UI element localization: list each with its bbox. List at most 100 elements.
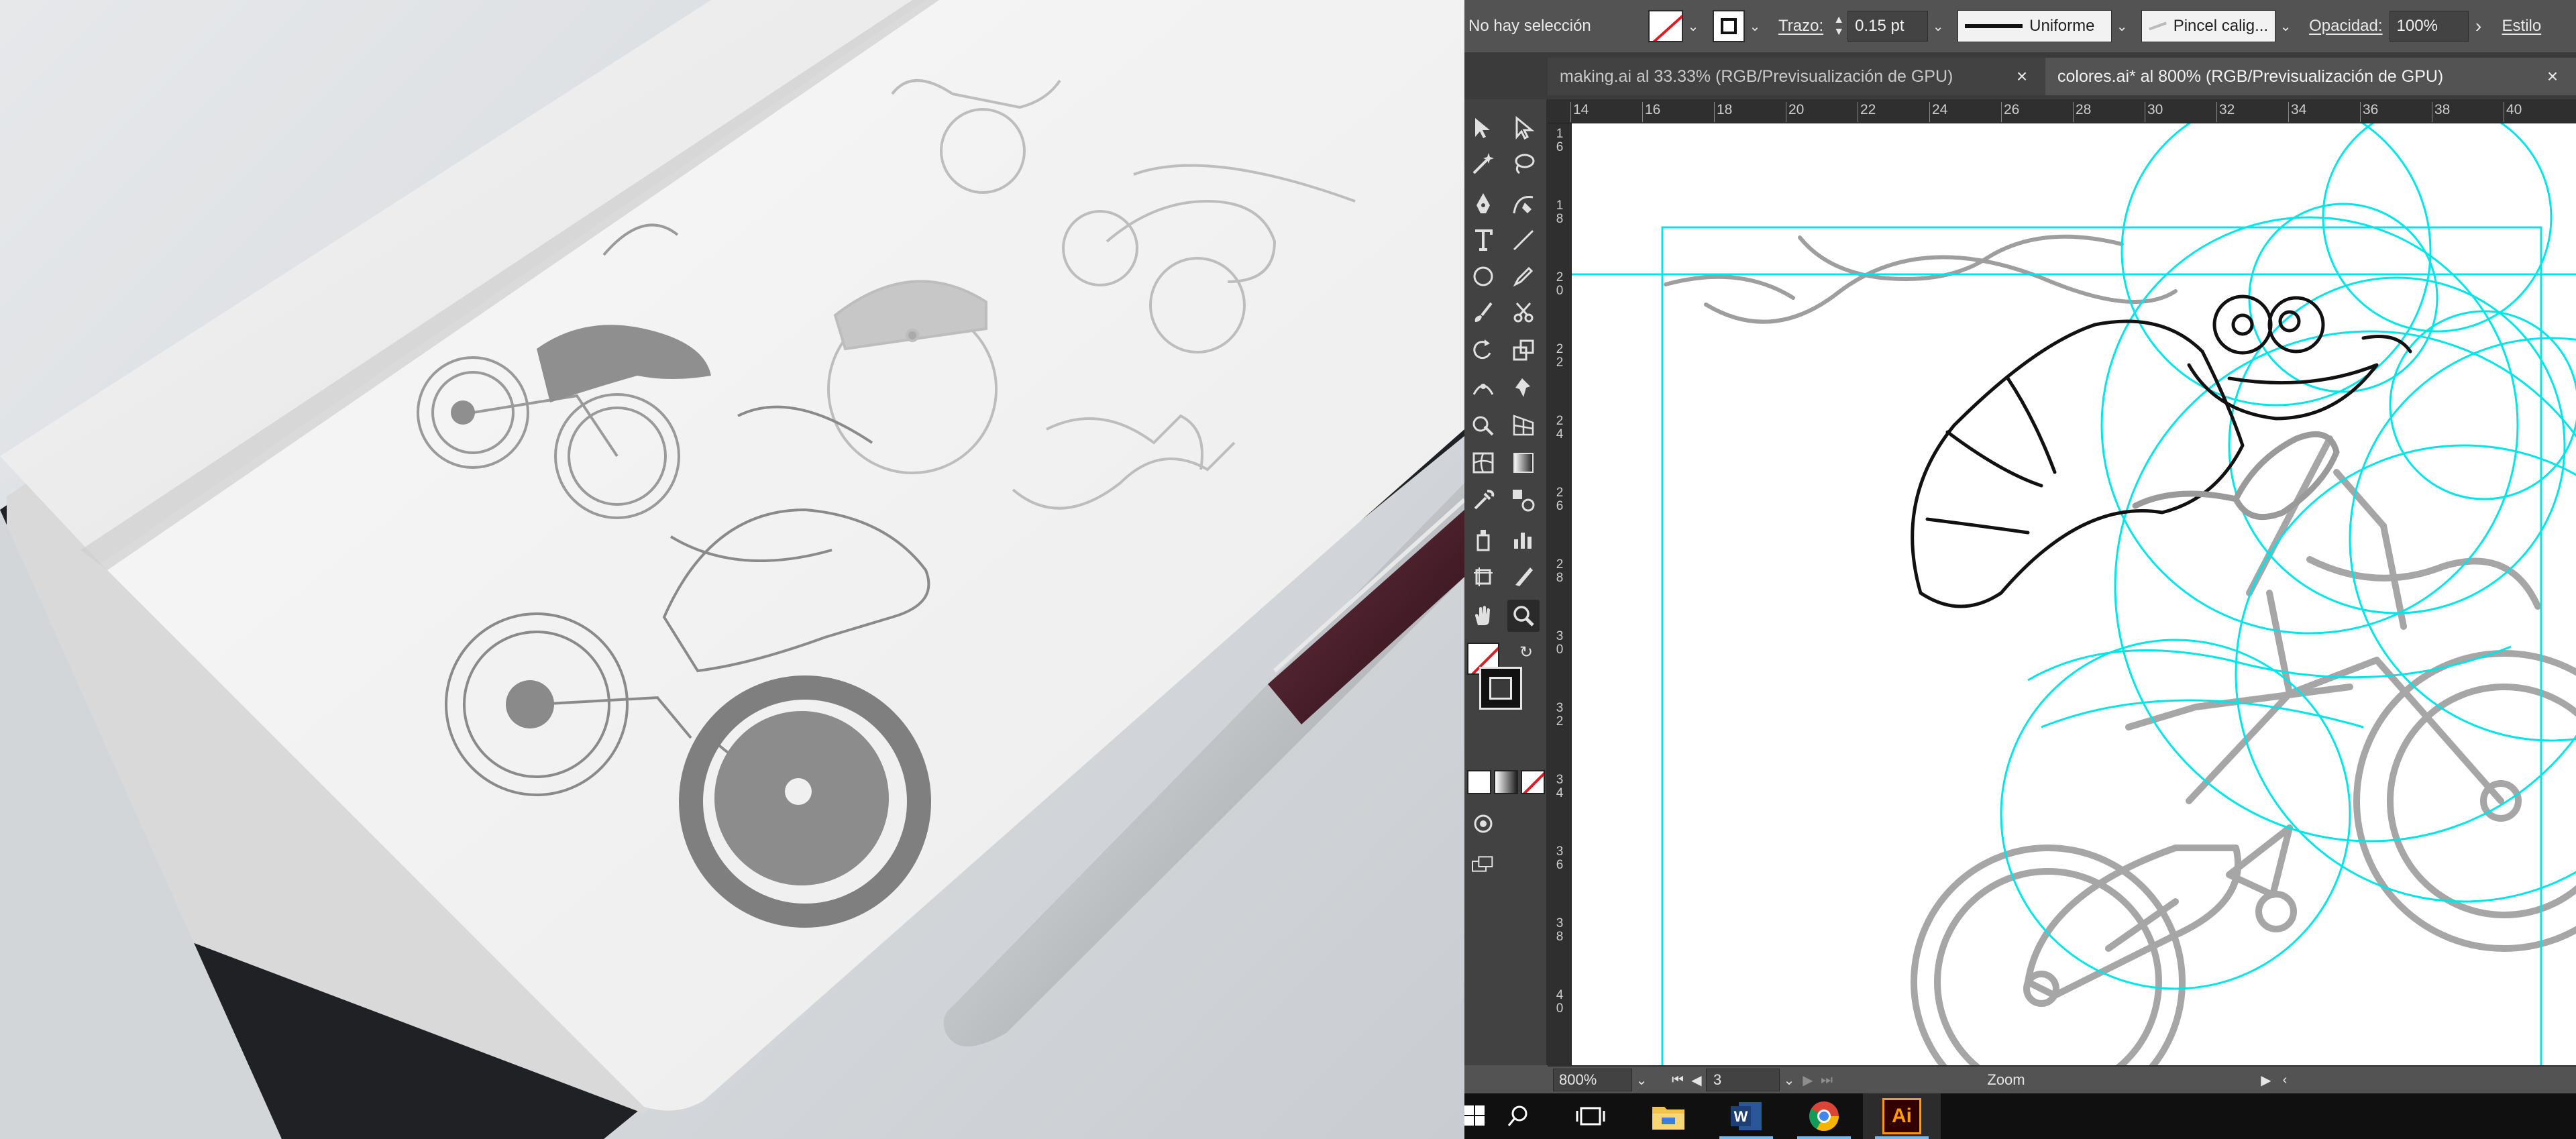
eyedropper-icon[interactable] xyxy=(1467,484,1499,517)
windows-taskbar: W Ai xyxy=(1464,1093,2576,1139)
opacity-input[interactable]: 100% xyxy=(2389,11,2469,42)
curvature-tool-icon[interactable] xyxy=(1507,188,1540,220)
ruler-label: 18 xyxy=(1717,102,1733,117)
paintbrush-icon[interactable] xyxy=(1467,296,1499,329)
stroke-label[interactable]: Trazo: xyxy=(1778,17,1823,36)
horizontal-ruler[interactable]: 14 16 18 20 22 24 26 28 30 32 34 36 38 40 xyxy=(1548,99,2576,123)
none-mode-icon[interactable] xyxy=(1521,770,1545,794)
close-icon[interactable]: × xyxy=(2010,66,2033,87)
ruler-label: 38 xyxy=(2434,102,2451,117)
zoom-level-input[interactable]: 800% xyxy=(1553,1069,1632,1091)
draw-mode-icon[interactable] xyxy=(1470,810,1497,837)
screen-mode-icon[interactable] xyxy=(1470,851,1510,877)
stroke-weight-stepper[interactable]: ▲ ▼ xyxy=(1830,10,1847,42)
selection-tool-icon[interactable] xyxy=(1467,111,1499,144)
artboard-number-input[interactable]: 3 xyxy=(1706,1069,1780,1091)
chevron-left-icon[interactable]: ‹ xyxy=(2275,1073,2294,1088)
artboard-tool-icon[interactable] xyxy=(1467,561,1499,593)
illustrator-icon[interactable]: Ai xyxy=(1863,1093,1941,1139)
svg-text:W: W xyxy=(1734,1108,1748,1125)
shape-builder-icon[interactable] xyxy=(1467,409,1499,441)
chevron-down-icon[interactable]: ⌄ xyxy=(2112,13,2132,40)
ruler-label: 20 xyxy=(1788,102,1805,117)
ruler-label: 22 xyxy=(1860,102,1876,117)
play-icon[interactable]: ▶ xyxy=(2257,1072,2275,1089)
ruler-label: 30 xyxy=(2147,102,2163,117)
chevron-down-icon[interactable]: ▼ xyxy=(1833,26,1844,38)
lasso-icon[interactable] xyxy=(1507,148,1540,180)
ruler-label: 16 xyxy=(1556,127,1564,154)
first-artboard-icon[interactable]: ⏮ xyxy=(1668,1073,1687,1088)
slice-tool-icon[interactable] xyxy=(1507,561,1540,593)
tools-panel: ↻ xyxy=(1464,99,1548,1065)
ruler-label: 20 xyxy=(1556,270,1564,298)
perspective-grid-icon[interactable] xyxy=(1507,409,1540,441)
illustrator-window: No hay selección ⌄ ⌄ Trazo: ▲ ▼ 0.15 pt ⌄… xyxy=(1464,0,2576,1139)
gradient-tool-icon[interactable] xyxy=(1507,447,1540,479)
vertical-ruler[interactable]: 16 18 20 22 24 26 28 30 32 34 36 38 40 xyxy=(1548,123,1572,1065)
zoom-tool-icon[interactable] xyxy=(1507,600,1540,632)
chevron-down-icon[interactable]: ⌄ xyxy=(1780,1072,1799,1089)
mesh-tool-icon[interactable] xyxy=(1467,447,1499,479)
hand-tool-icon[interactable] xyxy=(1467,600,1499,632)
opacity-label[interactable]: Opacidad: xyxy=(2309,17,2382,36)
illustrator-app-badge: Ai xyxy=(1882,1098,1921,1134)
chevron-down-icon[interactable]: ⌄ xyxy=(1632,1072,1651,1089)
chevron-down-icon[interactable]: ⌄ xyxy=(1928,13,1948,40)
file-explorer-icon[interactable] xyxy=(1629,1093,1707,1139)
status-mode[interactable]: Zoom xyxy=(1836,1071,2257,1089)
width-tool-icon[interactable] xyxy=(1467,372,1499,404)
ellipse-tool-icon[interactable] xyxy=(1467,260,1499,292)
status-bar: 800% ⌄ ⏮ ◀ 3 ⌄ ▶ ⏭ Zoom ▶ ‹ xyxy=(1548,1065,2576,1093)
eraser-icon[interactable] xyxy=(1507,296,1540,329)
symbol-sprayer-icon[interactable] xyxy=(1467,523,1499,555)
type-tool-icon[interactable] xyxy=(1467,224,1499,256)
swap-arrows-icon[interactable]: ↻ xyxy=(1519,643,1540,663)
tab-title: making.ai al 33.33% (RGB/Previsualizació… xyxy=(1560,66,1953,86)
canvas-artwork xyxy=(1572,123,2576,1065)
brush-select[interactable]: Pincel calig... xyxy=(2141,10,2276,42)
ruler-label: 34 xyxy=(2291,102,2307,117)
chevron-up-icon[interactable]: ▲ xyxy=(1833,14,1844,26)
ruler-tick xyxy=(2360,102,2361,122)
rotate-tool-icon[interactable] xyxy=(1467,334,1499,366)
next-artboard-icon[interactable]: ▶ xyxy=(1799,1072,1817,1089)
magic-wand-icon[interactable] xyxy=(1467,148,1499,180)
task-view-icon[interactable] xyxy=(1552,1093,1629,1139)
ruler-label: 26 xyxy=(2004,102,2020,117)
stroke-profile-select[interactable]: Uniforme xyxy=(1957,10,2112,42)
ruler-tick xyxy=(2216,102,2217,122)
ruler-label: 24 xyxy=(1932,102,1948,117)
search-icon[interactable] xyxy=(1485,1093,1552,1139)
pen-tool-icon[interactable] xyxy=(1467,188,1499,220)
stroke-swatch[interactable] xyxy=(1648,10,1683,42)
word-icon[interactable]: W xyxy=(1707,1093,1785,1139)
fill-stroke-widget[interactable]: ↻ xyxy=(1467,643,1542,716)
column-graph-icon[interactable] xyxy=(1507,523,1540,555)
line-segment-icon[interactable] xyxy=(1507,224,1540,256)
artboard-canvas[interactable] xyxy=(1572,123,2576,1065)
style-label[interactable]: Estilo xyxy=(2502,17,2542,36)
tab-making-ai[interactable]: making.ai al 33.33% (RGB/Previsualizació… xyxy=(1548,58,2045,95)
last-artboard-icon[interactable]: ⏭ xyxy=(1817,1073,1836,1088)
chevron-right-icon[interactable]: › xyxy=(2469,10,2489,42)
color-mode-icon[interactable] xyxy=(1467,770,1491,794)
fill-swatch[interactable] xyxy=(1713,10,1745,42)
close-icon[interactable]: × xyxy=(2541,66,2564,87)
blend-tool-icon[interactable] xyxy=(1507,484,1540,517)
previous-artboard-icon[interactable]: ◀ xyxy=(1687,1072,1706,1089)
gradient-mode-icon[interactable] xyxy=(1494,770,1518,794)
stroke-weight-input[interactable]: 0.15 pt xyxy=(1847,11,1929,42)
stroke-color-swatch[interactable] xyxy=(1479,667,1522,710)
chevron-down-icon[interactable]: ⌄ xyxy=(1683,13,1703,40)
tab-colores-ai[interactable]: colores.ai* al 800% (RGB/Previsualizació… xyxy=(2045,58,2576,95)
scale-tool-icon[interactable] xyxy=(1507,334,1540,366)
direct-selection-tool-icon[interactable] xyxy=(1507,111,1540,144)
chevron-down-icon[interactable]: ⌄ xyxy=(1745,13,1765,40)
ruler-label: 24 xyxy=(1556,414,1564,441)
puppet-warp-icon[interactable] xyxy=(1507,372,1540,404)
pencil-tool-icon[interactable] xyxy=(1507,260,1540,292)
chevron-down-icon[interactable]: ⌄ xyxy=(2275,13,2296,40)
chrome-icon[interactable] xyxy=(1785,1093,1863,1139)
windows-start-icon[interactable] xyxy=(1464,1093,1485,1139)
